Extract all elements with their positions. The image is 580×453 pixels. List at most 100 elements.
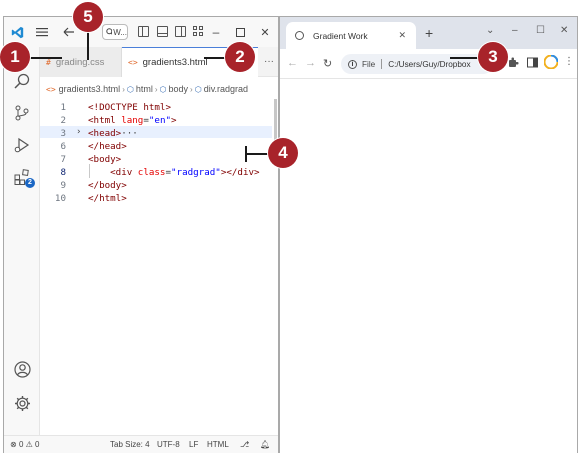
- code-text: <body>: [88, 154, 122, 165]
- error-count: 0: [18, 440, 24, 449]
- text-cursor: [245, 146, 247, 162]
- forward-arrow-icon[interactable]: →: [305, 57, 316, 69]
- source-control-icon[interactable]: [12, 103, 32, 123]
- profile-avatar[interactable]: [543, 54, 559, 71]
- tab-label: gradients3.html: [142, 57, 208, 68]
- line-highlight: [40, 126, 272, 138]
- line-number: 6: [60, 141, 66, 152]
- breadcrumb-item-body[interactable]: body: [169, 84, 189, 94]
- toggle-secondary-sidebar-icon[interactable]: [175, 26, 186, 37]
- chrome-menu-icon[interactable]: ⋮: [564, 56, 574, 67]
- vscode-window: W... – ✕ 2 # grading.css <> gradients3.h…: [3, 16, 279, 453]
- chrome-toolbar: ← → ↻ i File C:/Users/Guy/Dropbox ⋮: [280, 49, 577, 79]
- encoding-status[interactable]: UTF-8: [157, 440, 180, 449]
- element-icon: ⬡: [194, 84, 202, 94]
- tab-close-icon[interactable]: ✕: [398, 30, 406, 41]
- tab-size-status[interactable]: Tab Size: 4: [110, 440, 150, 449]
- more-actions-icon[interactable]: ···: [264, 56, 274, 67]
- new-tab-icon[interactable]: +: [425, 25, 433, 41]
- code-text: <div class="radgrad"></div>: [88, 167, 260, 178]
- warning-count: 0: [35, 440, 40, 449]
- breadcrumb-file[interactable]: gradients3.html: [59, 84, 121, 94]
- command-center-text: W...: [113, 27, 127, 37]
- line-number: 10: [54, 193, 66, 204]
- close-icon[interactable]: ✕: [560, 25, 568, 36]
- extensions-badge: 2: [25, 178, 35, 188]
- chevron-right-icon: ›: [122, 84, 125, 94]
- code-line[interactable]: <body>: [88, 153, 121, 166]
- line-number-current: 8: [60, 167, 66, 178]
- code-line[interactable]: </head>: [88, 140, 127, 153]
- tab-search-chevron-icon[interactable]: ⌄: [486, 25, 494, 36]
- line-number: 1: [60, 102, 66, 113]
- callout-badge-2: 2: [225, 42, 255, 72]
- menu-icon[interactable]: [35, 25, 49, 39]
- line-number: 3: [60, 128, 66, 139]
- chrome-window: Gradient Work ✕ + ⌄ – ☐ ✕ ← → ↻ i File C…: [279, 16, 578, 453]
- code-line[interactable]: <html lang="en">: [88, 114, 177, 127]
- code-line-current[interactable]: <div class="radgrad"></div>: [88, 166, 260, 179]
- tab-grading-css[interactable]: # grading.css: [40, 47, 122, 77]
- extensions-puzzle-icon[interactable]: [508, 57, 519, 70]
- code-line[interactable]: <head>···: [88, 127, 138, 140]
- copilot-icon[interactable]: ⎇: [240, 440, 249, 449]
- line-number: 9: [60, 180, 66, 191]
- code-text: </html>: [88, 193, 127, 204]
- chrome-tab-gradient-work[interactable]: Gradient Work ✕: [286, 22, 416, 49]
- breadcrumb-item-html[interactable]: html: [136, 84, 153, 94]
- tab-label: grading.css: [55, 56, 105, 68]
- page-viewport[interactable]: [280, 80, 577, 453]
- callout-badge-1: 1: [0, 42, 30, 72]
- code-line[interactable]: </body>: [88, 179, 127, 192]
- back-arrow-icon[interactable]: ←: [287, 57, 298, 69]
- callout-1-leader: [30, 57, 62, 59]
- line-number: 2: [60, 115, 66, 126]
- maximize-icon[interactable]: [233, 25, 247, 39]
- customize-layout-icon[interactable]: [193, 26, 204, 37]
- code-text: <head>···: [88, 128, 138, 139]
- error-icon: ⊗: [10, 440, 17, 449]
- code-text: <html lang="en">: [88, 115, 177, 126]
- callout-badge-5: 5: [73, 2, 103, 32]
- run-debug-icon[interactable]: [12, 135, 32, 155]
- html-file-icon: <>: [46, 84, 56, 94]
- callout-5-leader: [87, 28, 89, 60]
- chrome-tab-strip: Gradient Work ✕ + ⌄ – ☐ ✕: [280, 17, 577, 49]
- info-icon[interactable]: i: [348, 59, 357, 69]
- globe-icon: [295, 31, 304, 40]
- maximize-icon[interactable]: ☐: [536, 25, 545, 36]
- command-center-search[interactable]: W...: [102, 24, 128, 40]
- address-divider: [381, 59, 383, 69]
- code-text: <!DOCTYPE html>: [88, 102, 171, 113]
- language-status[interactable]: HTML: [207, 440, 229, 449]
- editor-scrollbar[interactable]: [274, 99, 277, 143]
- warning-icon: ⚠: [25, 440, 33, 449]
- search-icon[interactable]: [12, 71, 32, 91]
- toggle-primary-sidebar-icon[interactable]: [138, 26, 149, 37]
- code-text: </body>: [88, 180, 127, 191]
- toggle-panel-icon[interactable]: [157, 26, 168, 37]
- extensions-icon[interactable]: 2: [12, 167, 35, 188]
- notifications-bell-icon[interactable]: 🔔︎: [260, 440, 270, 449]
- close-icon[interactable]: ✕: [258, 25, 272, 39]
- chevron-right-icon: ›: [154, 84, 158, 94]
- element-icon: ⬡: [126, 84, 134, 94]
- code-line[interactable]: <!DOCTYPE html>: [88, 101, 171, 114]
- problems-indicator[interactable]: ⊗ 0 ⚠ 0: [10, 440, 39, 449]
- account-icon[interactable]: [12, 359, 32, 379]
- address-scheme: File: [362, 59, 376, 69]
- chevron-right-icon: ›: [190, 84, 193, 94]
- settings-gear-icon[interactable]: [12, 393, 32, 413]
- chrome-tab-title: Gradient Work: [313, 30, 368, 41]
- code-editor[interactable]: › 1 <!DOCTYPE html> 2 <html lang="en"> 3…: [40, 99, 272, 429]
- minimize-icon[interactable]: –: [209, 25, 223, 39]
- back-arrow-icon[interactable]: [62, 25, 76, 39]
- code-line[interactable]: </html>: [88, 192, 127, 205]
- reload-icon[interactable]: ↻: [323, 57, 332, 70]
- eol-status[interactable]: LF: [189, 440, 198, 449]
- fold-chevron-icon[interactable]: ›: [76, 126, 81, 139]
- breadcrumb-item-div[interactable]: div.radgrad: [204, 84, 248, 94]
- minimize-icon[interactable]: –: [512, 25, 518, 36]
- element-icon: ⬡: [159, 84, 167, 94]
- side-panel-icon[interactable]: [527, 57, 538, 70]
